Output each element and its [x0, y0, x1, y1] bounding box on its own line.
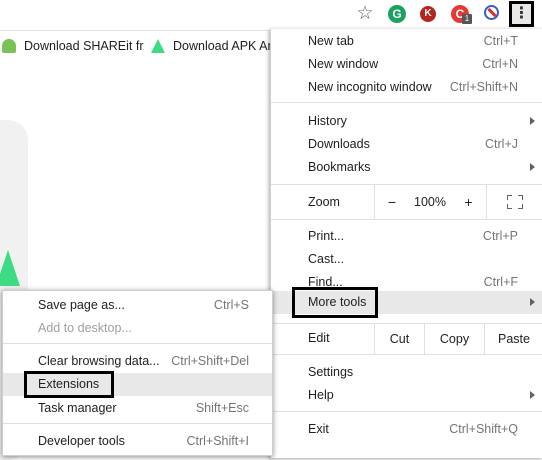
copy-button[interactable]: Copy [424, 324, 484, 354]
menu-label: Bookmarks [308, 160, 371, 174]
menu-shortcut: Ctrl+T [483, 34, 518, 48]
menu-item-bookmarks[interactable]: Bookmarks [271, 156, 542, 179]
more-tools-submenu: Save page as... Ctrl+S Add to desktop...… [2, 290, 273, 456]
menu-item-new-tab[interactable]: New tab Ctrl+T [271, 30, 542, 53]
menu-divider [271, 354, 542, 355]
menu-item-settings[interactable]: Settings [271, 361, 542, 384]
menu-label: Clear browsing data... [38, 354, 160, 368]
menu-label: Help [308, 388, 334, 402]
submenu-arrow-icon [530, 298, 535, 306]
menu-item-history[interactable]: History [271, 110, 542, 133]
bookmark-label: Download SHAREit fr [24, 39, 144, 53]
submenu-item-save-page[interactable]: Save page as... Ctrl+S [3, 294, 272, 317]
submenu-arrow-icon [530, 163, 535, 171]
menu-shortcut: Ctrl+F [483, 275, 518, 289]
menu-shortcut: Ctrl+S [213, 298, 249, 312]
zoom-in-button[interactable]: + [451, 185, 486, 219]
paste-button[interactable]: Paste [484, 324, 542, 354]
menu-label: Settings [308, 365, 354, 379]
menu-shortcut: Ctrl+J [485, 137, 518, 151]
menu-label: Downloads [308, 137, 370, 151]
chrome-main-menu: New tab Ctrl+T New window Ctrl+N New inc… [270, 29, 542, 458]
highlight-box-extensions [24, 371, 114, 398]
fullscreen-button[interactable] [486, 185, 542, 219]
bookmark-label: Download APK An [173, 39, 275, 53]
menu-item-exit[interactable]: Exit Ctrl+Shift+Q [271, 418, 542, 441]
extension-badge: 1 [462, 14, 472, 24]
menu-item-downloads[interactable]: Downloads Ctrl+J [271, 133, 542, 156]
menu-label: New incognito window [308, 80, 432, 94]
menu-edit-row: Edit Cut Copy Paste [271, 324, 542, 354]
menu-shortcut: Ctrl+P [482, 229, 518, 243]
android-icon [2, 39, 16, 53]
highlight-box-more-tools [292, 287, 378, 318]
bookmark-star-icon[interactable]: ☆ [355, 4, 375, 24]
submenu-arrow-icon [530, 391, 535, 399]
grammarly-extension-icon[interactable]: G [388, 5, 406, 23]
submenu-item-task-manager[interactable]: Task manager Shift+Esc [3, 397, 272, 420]
zoom-out-button[interactable]: − [374, 185, 409, 219]
menu-label: Developer tools [38, 434, 125, 448]
menu-label: Print... [308, 229, 345, 243]
menu-shortcut: Shift+Esc [195, 401, 249, 415]
edit-label: Edit [308, 331, 330, 345]
menu-item-new-incognito[interactable]: New incognito window Ctrl+Shift+N [271, 76, 542, 99]
menu-label: Task manager [38, 401, 117, 415]
menu-shortcut: Ctrl+Shift+I [186, 434, 249, 448]
apk-icon [151, 39, 165, 53]
menu-label: History [308, 114, 347, 128]
browser-toolbar: ☆ G K C 1 ⋮ [0, 0, 542, 31]
menu-label: New tab [308, 34, 354, 48]
menu-label: Cast... [308, 252, 345, 266]
menu-divider [3, 343, 272, 344]
menu-shortcut: Ctrl+Shift+Q [449, 422, 518, 436]
zoom-label: Zoom [308, 195, 340, 209]
menu-shortcut: Ctrl+N [482, 57, 518, 71]
menu-label: Add to desktop... [38, 321, 132, 335]
submenu-item-clear-browsing-data[interactable]: Clear browsing data... Ctrl+Shift+Del [3, 350, 272, 373]
menu-shortcut: Ctrl+Shift+N [449, 80, 518, 94]
submenu-item-add-to-desktop: Add to desktop... [3, 317, 272, 340]
menu-shortcut: Ctrl+Shift+Del [171, 354, 249, 368]
submenu-item-developer-tools[interactable]: Developer tools Ctrl+Shift+I [3, 430, 272, 453]
block-extension-icon[interactable] [484, 5, 499, 20]
fullscreen-icon [507, 195, 523, 209]
zoom-level: 100% [414, 195, 446, 209]
bookmark-apk[interactable]: Download APK An [151, 39, 274, 53]
menu-label: Save page as... [38, 298, 125, 312]
menu-item-cast[interactable]: Cast... [271, 248, 542, 271]
chrome-menu-button[interactable]: ⋮ [509, 1, 534, 27]
menu-divider [271, 219, 542, 220]
menu-divider [271, 102, 542, 103]
menu-item-new-window[interactable]: New window Ctrl+N [271, 53, 542, 76]
page-green-logo [0, 250, 20, 286]
menu-divider [271, 411, 542, 412]
menu-label: New window [308, 57, 379, 71]
menu-divider [3, 423, 272, 424]
submenu-arrow-icon [530, 117, 535, 125]
menu-item-help[interactable]: Help [271, 384, 542, 407]
menu-label: Exit [308, 422, 329, 436]
bookmark-shareit[interactable]: Download SHAREit fr [2, 39, 144, 53]
menu-item-print[interactable]: Print... Ctrl+P [271, 225, 542, 248]
cut-button[interactable]: Cut [374, 324, 424, 354]
k-extension-icon[interactable]: K [420, 6, 436, 22]
menu-zoom-row: Zoom − 100% + [271, 185, 542, 219]
